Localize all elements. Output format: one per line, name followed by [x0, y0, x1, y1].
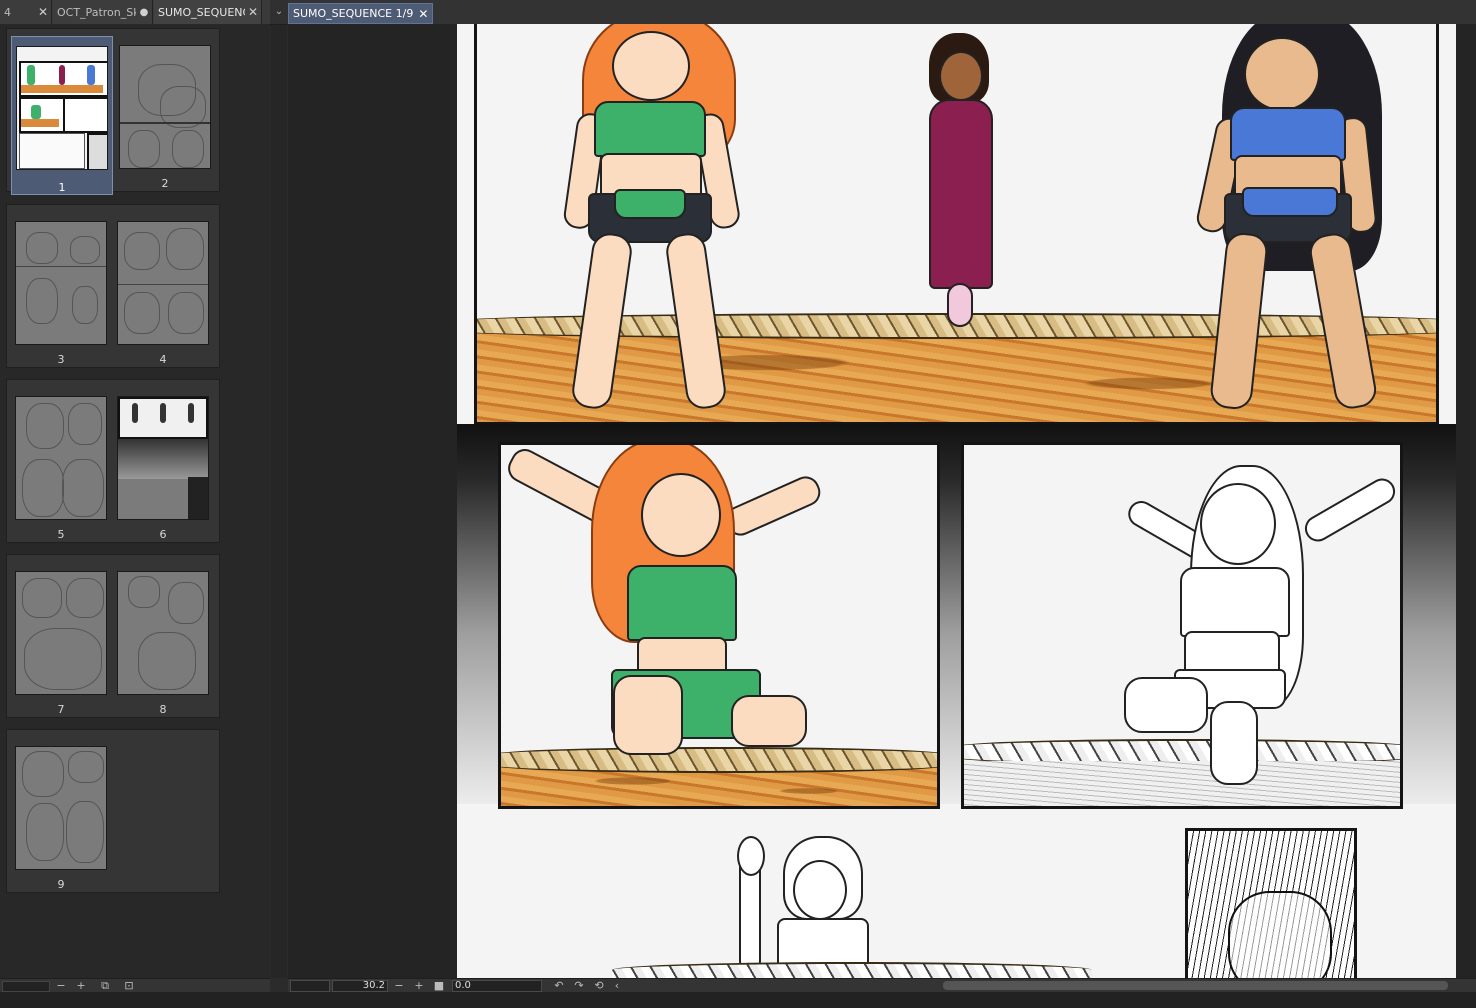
- fighter-green-squat: [501, 445, 937, 805]
- fit-icon[interactable]: ■: [432, 979, 446, 993]
- panel-bottom-right: [1185, 828, 1357, 978]
- page-preview: [117, 571, 209, 695]
- page-number: 6: [159, 528, 167, 541]
- page-number: 1: [58, 181, 66, 194]
- referee-sketch: [707, 836, 907, 978]
- modified-dot-icon: ●: [139, 6, 149, 18]
- page-thumbnail-2[interactable]: 2: [117, 43, 213, 190]
- page-preview: [15, 746, 107, 870]
- page-number: 7: [57, 703, 65, 716]
- page-preview: [15, 571, 107, 695]
- rotate-left-icon[interactable]: ↶: [552, 979, 566, 993]
- minus-icon[interactable]: −: [54, 979, 68, 993]
- page-number: 8: [159, 703, 167, 716]
- page-manager: 1 2 3 4 5 6 7 8 9: [0, 24, 270, 978]
- page-preview: [15, 221, 107, 345]
- page-pane-scrollbar[interactable]: [271, 24, 287, 978]
- page-spread: 9: [6, 729, 220, 893]
- page-number: 3: [57, 353, 65, 366]
- page-spread: 1 2: [6, 28, 220, 195]
- referee-kimono: [927, 33, 997, 333]
- minus-icon[interactable]: −: [392, 979, 406, 993]
- bottom-strip: [0, 992, 1476, 1008]
- page-thumbnail-7[interactable]: 7: [13, 569, 109, 716]
- canvas-tab-bar: [270, 0, 1476, 25]
- page-thumbnail-1[interactable]: 1: [11, 36, 113, 195]
- page-thumbnail-4[interactable]: 4: [115, 219, 211, 366]
- page-view-icon[interactable]: ⊡: [122, 979, 136, 993]
- reset-rotation-icon[interactable]: ⟲: [592, 979, 606, 993]
- canvas-area[interactable]: [288, 24, 1476, 978]
- close-icon[interactable]: ✕: [35, 5, 51, 19]
- plus-icon[interactable]: +: [74, 979, 88, 993]
- page-thumbnail-9[interactable]: 9: [13, 744, 109, 891]
- thumbnail-size-slider[interactable]: [2, 981, 50, 992]
- chevron-down-icon[interactable]: ⌄: [270, 0, 288, 24]
- sketch-rope: [612, 962, 1092, 978]
- panel-middle-left: [498, 442, 940, 809]
- panel-middle-right: [961, 442, 1403, 809]
- page-spread: 7 8: [6, 554, 220, 718]
- close-icon[interactable]: ✕: [418, 7, 428, 21]
- rotate-right-icon[interactable]: ↷: [572, 979, 586, 993]
- flip-icon[interactable]: ‹: [610, 979, 624, 993]
- page-preview: [119, 45, 211, 169]
- page-preview: [15, 396, 107, 520]
- page-thumbnail-3[interactable]: 3: [13, 219, 109, 366]
- panel-top-wide: [474, 24, 1439, 425]
- page-preview: [117, 396, 209, 520]
- navigator-slider[interactable]: [290, 980, 330, 992]
- canvas-statusbar: 30.2 − + ■ 0.0 ↶ ↷ ⟲ ‹: [288, 978, 1476, 993]
- horizontal-scrollbar[interactable]: [943, 981, 1448, 990]
- tab-label: SUMO_SEQUENCE: [158, 5, 245, 19]
- page-preview: [117, 221, 209, 345]
- page-number: 5: [57, 528, 65, 541]
- page-preview: [16, 46, 108, 170]
- fighter-green: [562, 24, 742, 421]
- page-spread: 5 6: [6, 379, 220, 543]
- left-tab-bar: 4 ✕ OCT_Patron_Sk ● SUMO_SEQUENCE ✕: [0, 0, 270, 25]
- tab-sumo-sequence[interactable]: SUMO_SEQUENCE ✕: [154, 0, 262, 24]
- plus-icon[interactable]: +: [412, 979, 426, 993]
- tab-file-4[interactable]: 4 ✕: [0, 0, 52, 24]
- close-icon[interactable]: ✕: [245, 5, 261, 19]
- tab-label: 4: [4, 5, 11, 19]
- page-thumbnail-8[interactable]: 8: [115, 569, 211, 716]
- page-thumbnail-6[interactable]: 6: [115, 394, 211, 541]
- page-thumbnail-5[interactable]: 5: [13, 394, 109, 541]
- comic-page[interactable]: [457, 24, 1456, 978]
- rotation-field[interactable]: 0.0: [452, 980, 542, 992]
- page-number: 2: [161, 177, 169, 190]
- page-settings-icon[interactable]: ⧉: [98, 979, 112, 993]
- tab-canvas-sumo-sequence[interactable]: SUMO_SEQUENCE 1/9 ✕: [288, 3, 434, 24]
- tab-label: SUMO_SEQUENCE 1/9: [293, 7, 414, 20]
- page-number: 9: [57, 878, 65, 891]
- tab-oct-patron[interactable]: OCT_Patron_Sk ●: [53, 0, 153, 24]
- page-pane-statusbar: − + ⧉ ⊡: [0, 978, 270, 993]
- fighter-inked-squat: [1123, 465, 1400, 785]
- fighter-blue: [1194, 24, 1392, 421]
- tab-label: OCT_Patron_Sk: [57, 5, 136, 19]
- zoom-field[interactable]: 30.2: [332, 980, 388, 992]
- page-number: 4: [159, 353, 167, 366]
- page-spread: 3 4: [6, 204, 220, 368]
